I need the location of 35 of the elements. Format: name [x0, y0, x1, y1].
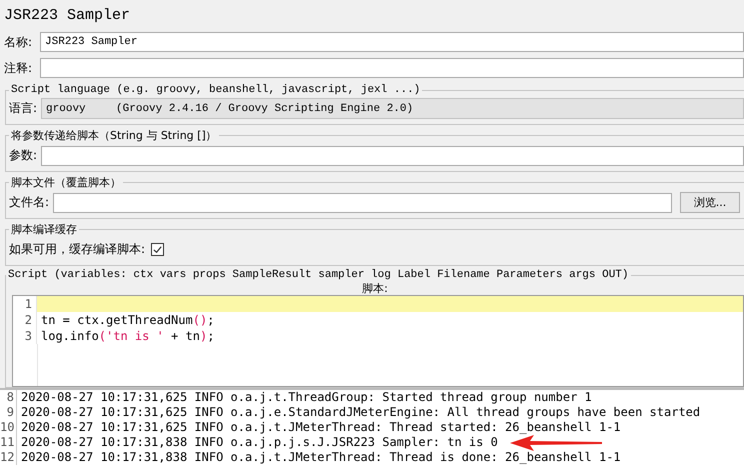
line-number: 10 [0, 420, 17, 435]
filename-field[interactable] [53, 192, 672, 212]
group-legend: 脚本文件（覆盖脚本） [9, 175, 123, 190]
line-number: 12 [0, 450, 17, 465]
line-number: 3 [13, 328, 37, 344]
field-label: 文件名: [9, 194, 50, 211]
line-number: 2 [13, 312, 37, 328]
line-number: 9 [0, 405, 17, 420]
language-dropdown[interactable]: groovy (Groovy 2.4.16 / Groovy Scripting Engine 2.0) [41, 98, 744, 119]
code-line: tn = ctx.getThreadNum(); [40, 312, 216, 328]
code-line: log.info('tn is ' + tn); [40, 328, 216, 344]
group-legend: 将参数传递给脚本（String 与 String []） [9, 128, 219, 143]
group-legend: Script (variables: ctx vars props SampleResult sampler log Label Filename Parameters args OUT) [6, 269, 631, 281]
text-field[interactable]: JSR223 Sampler [40, 32, 744, 52]
code-editor[interactable]: 1 2 tn = ctx.getThreadNum(); 3 log.info('tn is ' + tn); [12, 295, 744, 387]
text-field[interactable] [40, 58, 744, 78]
log-line: 2020-08-27 10:17:31,625 INFO o.a.j.t.JMeterThread: Thread started: 26_beanshell 1-1 [21, 420, 621, 435]
log-line: 2020-08-27 10:17:31,838 INFO o.a.j.t.JMeterThread: Thread is done: 26_beanshell 1-1 [21, 450, 621, 465]
line-number: 11 [0, 435, 17, 450]
browse-button[interactable]: 浏览... [680, 192, 740, 213]
parameters-field[interactable] [41, 146, 744, 166]
group-legend: Script language (e.g. groovy, beanshell, javascript, jexl ...) [9, 84, 422, 96]
log-line: 2020-08-27 10:17:31,625 INFO o.a.j.t.ThreadGroup: Started thread group number 1 [21, 390, 592, 405]
field-label: 语言: [9, 100, 38, 117]
editor-label: 脚本: [361, 281, 389, 295]
checkbox-label: 如果可用，缓存编译脚本: [9, 241, 146, 258]
field-label: 参数: [9, 147, 38, 164]
log-line: 2020-08-27 10:17:31,625 INFO o.a.j.e.StandardJMeterEngine: All thread groups have been started [21, 405, 700, 420]
panel-title: JSR223 Sampler [3, 6, 132, 26]
line-number: 8 [0, 390, 17, 405]
field-label: 名称: [4, 34, 34, 50]
field-label: 注释: [4, 60, 34, 76]
group-legend: 脚本编译缓存 [9, 222, 79, 237]
checkbox[interactable] [151, 243, 164, 256]
log-line: 2020-08-27 10:17:31,838 INFO o.a.j.p.j.s.J.JSR223 Sampler: tn is 0 [21, 435, 498, 450]
